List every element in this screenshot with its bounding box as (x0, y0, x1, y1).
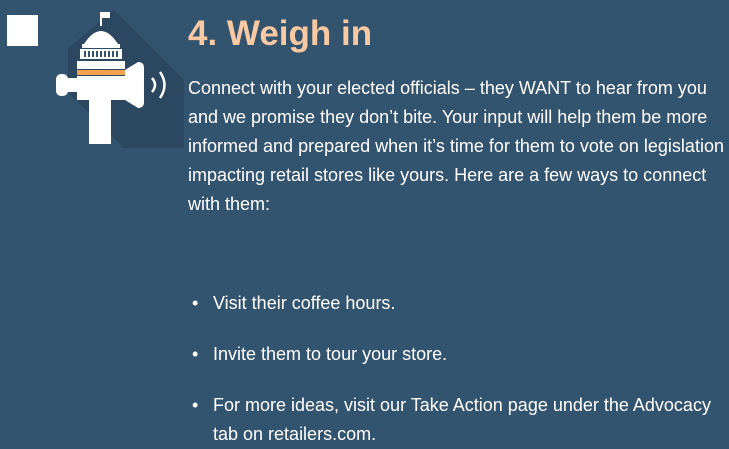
checkbox[interactable] (7, 15, 38, 46)
list-item: • Invite them to tour your store. (188, 340, 728, 369)
bullet-dot: • (192, 395, 199, 415)
bullet-text: Visit their coffee hours. (213, 293, 396, 313)
bullet-text: Invite them to tour your store. (213, 344, 448, 364)
bullet-dot: • (192, 344, 199, 364)
section-title: 4. Weigh in (188, 14, 373, 53)
bullet-dot: • (192, 293, 199, 313)
list-item: • Visit their coffee hours. (188, 289, 728, 318)
list-item: • For more ideas, visit our Take Action … (188, 391, 728, 449)
bullet-list: • Visit their coffee hours. • Invite the… (188, 289, 728, 449)
capitol-megaphone-icon (44, 8, 184, 148)
bullet-text: For more ideas, visit our Take Action pa… (213, 395, 711, 444)
section-paragraph: Connect with your elected officials – th… (188, 78, 724, 214)
